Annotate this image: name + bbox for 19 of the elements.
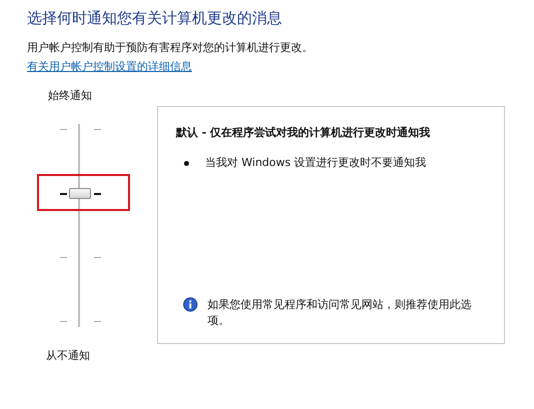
slider-thumb[interactable] [69, 188, 91, 199]
tick-mark [60, 321, 67, 322]
details-link[interactable]: 有关用户帐户控制设置的详细信息 [27, 59, 192, 74]
slider-bottom-label: 从不通知 [46, 348, 90, 363]
bullet-icon [184, 160, 189, 166]
info-text: 如果您使用常见程序和访问常见网站，则推荐使用此选项。 [208, 297, 473, 329]
description-text: 用户帐户控制有助于预防有害程序对您的计算机进行更改。 [27, 40, 314, 55]
bullet-text: 当我对 Windows 设置进行更改时不要通知我 [205, 155, 426, 171]
tick-mark [60, 129, 67, 130]
tick-mark [94, 129, 101, 130]
tick-mark [94, 257, 101, 258]
tick-mark [94, 193, 101, 195]
tick-mark [60, 257, 67, 258]
tick-mark [60, 193, 67, 195]
slider-top-label: 始终通知 [48, 88, 92, 103]
setting-heading: 默认 - 仅在程序尝试对我的计算机进行更改时通知我 [176, 125, 432, 141]
page-title: 选择何时通知您有关计算机更改的消息 [27, 8, 283, 28]
tick-mark [94, 321, 101, 322]
info-icon [183, 297, 198, 312]
